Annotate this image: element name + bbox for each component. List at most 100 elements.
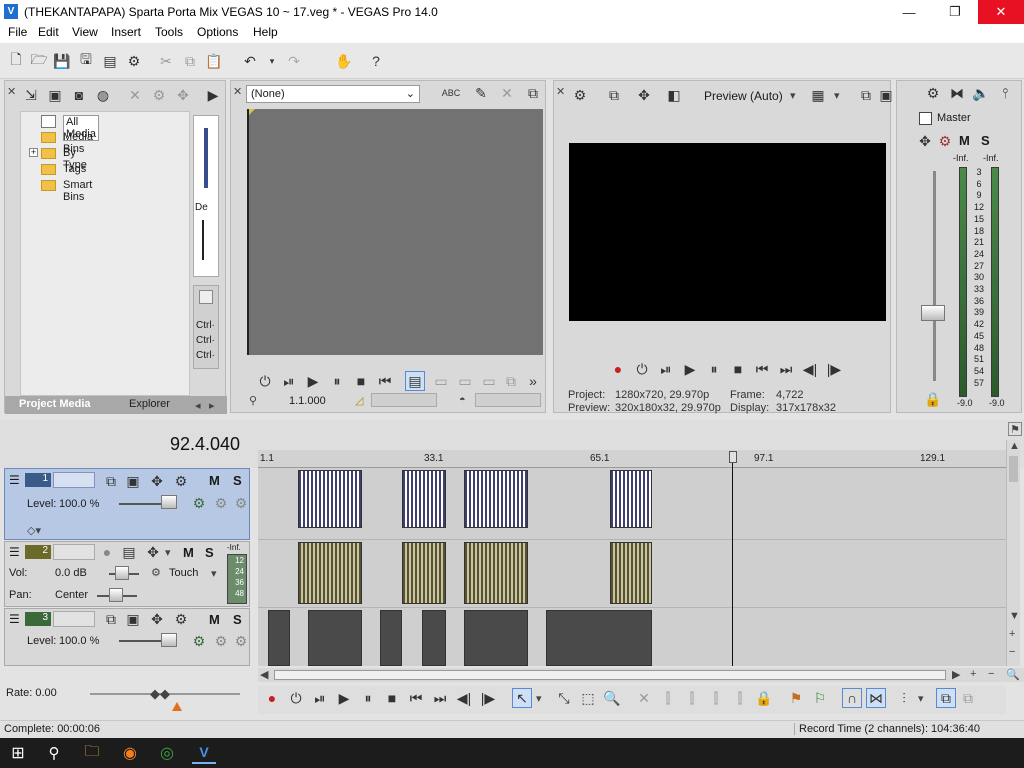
split-icon[interactable]: ⫿ xyxy=(730,688,750,708)
track-mute-button[interactable]: M xyxy=(183,545,194,560)
auto-crossfade-icon[interactable]: ⋈ xyxy=(866,688,886,708)
external-monitor-icon[interactable]: ⧉ xyxy=(604,85,624,105)
track-collapse-icon[interactable]: ☰ xyxy=(9,612,20,626)
compositing-mode-icon[interactable]: ✥ xyxy=(147,609,167,629)
maximize-button[interactable]: ❐ xyxy=(932,0,978,24)
tab-project-media[interactable]: Project Media xyxy=(19,398,91,410)
web-media-icon[interactable]: ◍ xyxy=(93,85,113,105)
track-name-field[interactable] xyxy=(53,472,95,488)
timeline-track-area[interactable] xyxy=(258,468,1006,666)
track-fx-chain-icon[interactable]: ⚙ xyxy=(189,631,209,651)
scroll-up-icon[interactable]: ▲ xyxy=(1009,440,1020,452)
chevron-down-icon[interactable]: ▾ xyxy=(211,567,217,580)
video-clip[interactable] xyxy=(610,470,652,528)
pane-close-icon[interactable]: ✕ xyxy=(556,85,565,98)
envelope-edit-tool-icon[interactable]: ⤡ xyxy=(554,688,574,708)
zoom-out-icon[interactable]: − xyxy=(988,668,994,680)
play-from-start-icon[interactable]: ⏯ xyxy=(279,371,299,391)
record-icon[interactable]: ● xyxy=(608,359,628,379)
zoom-in-icon[interactable]: + xyxy=(970,668,976,680)
firefox-icon[interactable]: ◉ xyxy=(118,742,142,764)
track-3-header[interactable]: ☰ 3 ⧉ ▣ ✥ ⚙ M S Level: 100.0 % ⚙ ⚙ ⚙ xyxy=(4,608,250,666)
play-icon[interactable]: ▶ xyxy=(680,359,700,379)
master-properties-icon[interactable]: ⚙ xyxy=(923,83,943,103)
normal-edit-tool-icon[interactable]: ↖ xyxy=(512,688,532,708)
track-fx-icon[interactable]: ▤ xyxy=(119,542,139,562)
video-clip[interactable] xyxy=(268,610,290,666)
pane-close-icon[interactable]: ✕ xyxy=(7,85,16,98)
video-clip[interactable] xyxy=(422,610,446,666)
lock-envelopes-icon[interactable]: ⧉ xyxy=(936,688,956,708)
arm-record-icon[interactable]: ● xyxy=(97,542,117,562)
menu-view[interactable]: View xyxy=(72,25,98,39)
preview-properties-icon[interactable]: ⚙ xyxy=(570,85,590,105)
chevron-down-icon[interactable]: ▾ xyxy=(918,692,924,705)
audio-clip[interactable] xyxy=(464,542,528,604)
automation-mode[interactable]: Touch xyxy=(169,567,198,579)
previous-frame-icon[interactable]: ◀| xyxy=(800,359,820,379)
track-settings-icon[interactable]: ⚙ xyxy=(171,609,191,629)
trimmer-window-icon[interactable]: ⧉ xyxy=(523,83,543,103)
fit-to-fill-icon[interactable]: ▭ xyxy=(479,371,499,391)
track-3-lane[interactable] xyxy=(258,608,1006,666)
vegas-pro-taskbar-icon[interactable]: V xyxy=(192,742,216,764)
parent-motion-icon[interactable]: ⚙ xyxy=(231,631,251,651)
go-to-end-icon[interactable]: ⏭ xyxy=(776,359,796,379)
speaker-icon[interactable]: 🔈 xyxy=(971,83,991,103)
master-solo-button[interactable]: S xyxy=(981,133,990,148)
insert-region-icon[interactable]: ⚐ xyxy=(810,688,830,708)
media-fx-icon[interactable]: ✥ xyxy=(173,85,193,105)
play-icon[interactable]: ▶ xyxy=(334,688,354,708)
pause-icon[interactable]: ⏸ xyxy=(327,371,347,391)
split-screen-icon[interactable]: ✥ xyxy=(634,85,654,105)
loop-playback-icon[interactable]: ⏻ xyxy=(286,688,306,708)
scroll-thumb[interactable] xyxy=(274,670,946,680)
chevron-down-icon[interactable]: ▾ xyxy=(790,89,796,102)
edit-hand-icon[interactable]: ✋ xyxy=(334,51,354,71)
track-mute-button[interactable]: M xyxy=(209,612,220,627)
timeline-horizontal-scrollbar[interactable]: ◀ ▶ + − 🔍 xyxy=(258,668,1024,682)
track-envelope-icon[interactable]: ✥ xyxy=(143,542,163,562)
trim-icon[interactable]: ⫿ xyxy=(658,688,678,708)
go-to-end-icon[interactable]: ⏭ xyxy=(430,688,450,708)
stop-icon[interactable]: ■ xyxy=(351,371,371,391)
trimmer-tools-icon[interactable]: ✎ xyxy=(471,83,491,103)
zoom-tool-icon[interactable]: 🔍 xyxy=(1006,668,1020,681)
track-fx-icon[interactable]: ▣ xyxy=(123,609,143,629)
whats-this-help-icon[interactable]: ? xyxy=(366,51,386,71)
video-clip[interactable] xyxy=(464,470,528,528)
volume-slider-handle[interactable] xyxy=(115,566,129,580)
loop-playback-icon[interactable]: ⏻ xyxy=(632,359,652,379)
marker-tool-icon[interactable]: ⚑ xyxy=(1008,422,1022,436)
pause-icon[interactable]: ⏸ xyxy=(358,688,378,708)
import-media-icon[interactable]: ⇲ xyxy=(21,85,41,105)
pane-close-icon[interactable]: ✕ xyxy=(233,85,242,98)
master-envelope-icon[interactable]: ✥ xyxy=(915,131,935,151)
master-mute-button[interactable]: M xyxy=(959,133,970,148)
playhead-cursor[interactable] xyxy=(732,452,733,666)
track-solo-button[interactable]: S xyxy=(233,473,242,488)
file-explorer-icon[interactable]: 🗀 xyxy=(80,742,104,764)
remove-media-icon[interactable]: ✕ xyxy=(125,85,145,105)
track-solo-button[interactable]: S xyxy=(233,612,242,627)
copy-icon[interactable]: ⧉ xyxy=(180,51,200,71)
add-to-timeline-after-icon[interactable]: ▭ xyxy=(455,371,475,391)
views-play-icon[interactable]: ▶ xyxy=(203,85,223,105)
trimmer-more-icon[interactable]: ⧉ xyxy=(501,371,521,391)
expand-envelopes-icon[interactable]: ◇▾ xyxy=(27,524,41,537)
selection-edit-tool-icon[interactable]: ⬚ xyxy=(578,688,598,708)
track-motion-icon[interactable]: ⧉ xyxy=(101,471,121,491)
automation-gear-icon[interactable]: ⚙ xyxy=(151,566,161,579)
delete-icon[interactable]: ✕ xyxy=(634,688,654,708)
zoom-in-icon[interactable]: + xyxy=(1009,628,1015,640)
copy-snapshot-icon[interactable]: ⧉ xyxy=(856,85,876,105)
zoom-field[interactable] xyxy=(475,393,541,407)
track-collapse-icon[interactable]: ☰ xyxy=(9,545,20,559)
track-fx-icon[interactable]: ▣ xyxy=(123,471,143,491)
parent-motion-icon[interactable]: ⚙ xyxy=(231,493,251,513)
media-properties-icon[interactable]: ⚙ xyxy=(149,85,169,105)
ignore-grouping-icon[interactable]: ⧉ xyxy=(958,688,978,708)
redo-icon[interactable]: ↷ xyxy=(284,51,304,71)
scroll-thumb[interactable] xyxy=(1009,456,1018,482)
add-to-timeline-icon[interactable]: ▤ xyxy=(405,371,425,391)
